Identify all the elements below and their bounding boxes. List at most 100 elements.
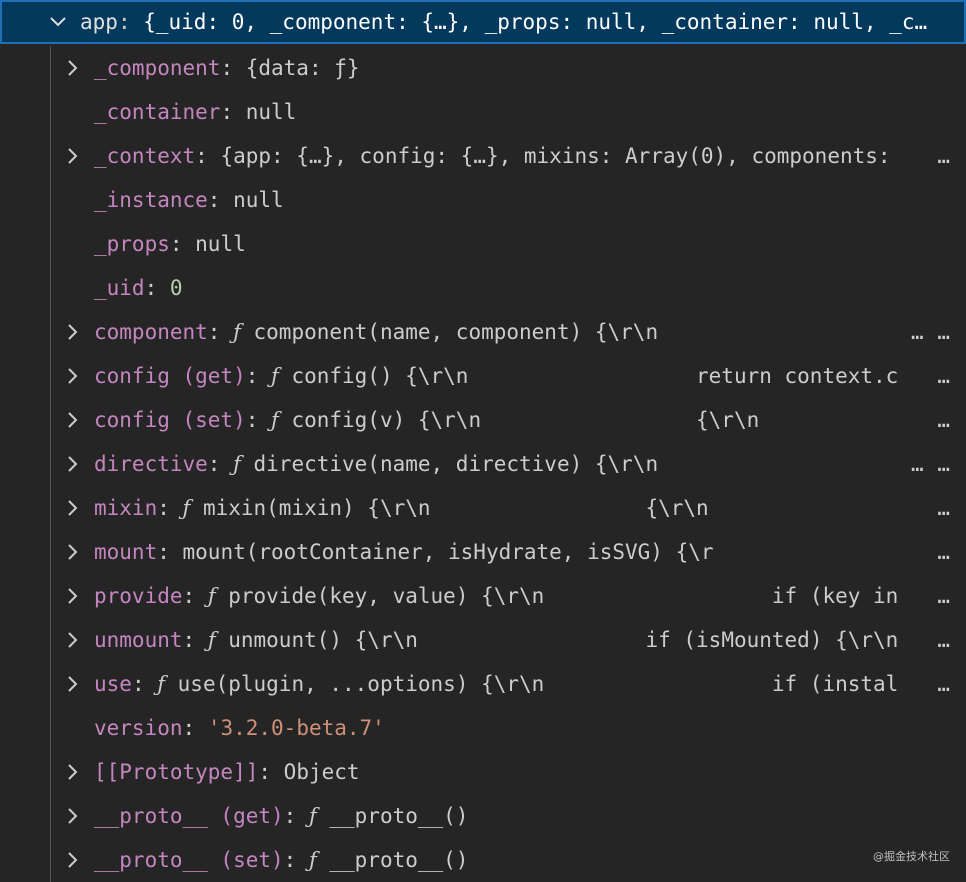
tree-row[interactable]: [[Prototype]]: Object <box>0 750 966 794</box>
truncation-ellipsis: … <box>937 584 950 608</box>
property-value: null <box>195 232 246 256</box>
separator: : <box>157 540 183 564</box>
property-name: component <box>94 320 208 344</box>
separator: : <box>283 804 309 828</box>
tree-row-content: app: {_uid: 0, _component: {…}, _props: … <box>80 2 958 42</box>
tree-row[interactable]: _container: null <box>0 90 966 134</box>
chevron-right-icon[interactable] <box>62 46 82 90</box>
truncation-ellipsis: … <box>937 408 950 432</box>
property-value: null <box>233 188 284 212</box>
tree-row-content: _props: null <box>94 222 950 266</box>
tree-row[interactable]: config (set): ƒ config(v) {\r\n {\r\n … <box>0 398 966 442</box>
tree-row[interactable]: _context: {app: {…}, config: {…}, mixins… <box>0 134 966 178</box>
tree-row[interactable]: mount: mount(rootContainer, isHydrate, i… <box>0 530 966 574</box>
chevron-right-icon[interactable] <box>62 530 82 574</box>
truncation-ellipsis: … <box>937 320 950 344</box>
property-value: {_uid: 0, _component: {…}, _props: null,… <box>143 10 928 34</box>
tree-row[interactable]: _component: {data: ƒ} <box>0 46 966 90</box>
tree-row[interactable]: unmount: ƒ unmount() {\r\n if (isMounted… <box>0 618 966 662</box>
tree-row-content: mount: mount(rootContainer, isHydrate, i… <box>94 530 936 574</box>
property-value: ƒ directive(name, directive) {\r\n { <box>233 452 936 476</box>
tree-row-content: version: '3.2.0-beta.7' <box>94 706 950 750</box>
tree-row[interactable]: directive: ƒ directive(name, directive) … <box>0 442 966 486</box>
tree-row[interactable]: _uid: 0 <box>0 266 966 310</box>
separator: : <box>258 760 284 784</box>
truncation-ellipsis: … <box>937 540 950 564</box>
property-name: _props <box>94 232 170 256</box>
property-value: ƒ unmount() {\r\n if (isMounted) {\r\n <box>207 628 899 652</box>
property-value: 0 <box>169 276 183 300</box>
tree-row[interactable]: component: ƒ component(name, component) … <box>0 310 966 354</box>
separator: : <box>207 320 234 344</box>
property-value: mount(rootContainer, isHydrate, isSVG) {… <box>182 540 853 564</box>
property-name: [[Prototype]] <box>94 760 259 784</box>
truncation-ellipsis: … <box>937 672 950 696</box>
property-value: Object <box>283 760 360 784</box>
property-name: app <box>80 10 118 34</box>
property-value: ƒ config() {\r\n return context.c <box>271 364 899 388</box>
chevron-right-icon[interactable] <box>62 486 82 530</box>
separator: : <box>117 10 144 34</box>
tree-row[interactable]: provide: ƒ provide(key, value) {\r\n if … <box>0 574 966 618</box>
property-name: directive <box>94 452 208 476</box>
watermark: @掘金技术社区 <box>873 850 950 863</box>
tree-row-content: config (get): ƒ config() {\r\n return co… <box>94 354 936 398</box>
chevron-right-icon[interactable] <box>62 310 82 354</box>
truncation-ellipsis: … <box>937 364 950 388</box>
tree-row[interactable]: config (get): ƒ config() {\r\n return co… <box>0 354 966 398</box>
tree-row[interactable]: _instance: null <box>0 178 966 222</box>
chevron-right-icon[interactable] <box>62 398 82 442</box>
tree-row[interactable]: version: '3.2.0-beta.7' <box>0 706 966 750</box>
property-name: use <box>94 672 132 696</box>
tree-row-content: _instance: null <box>94 178 950 222</box>
separator: : <box>131 672 158 696</box>
truncation-ellipsis: … <box>937 628 950 652</box>
tree-row-content: component: ƒ component(name, component) … <box>94 310 936 354</box>
chevron-right-icon[interactable] <box>62 838 82 882</box>
property-name: config (get) <box>94 364 246 388</box>
property-name: _instance <box>94 188 208 212</box>
truncation-ellipsis: … <box>937 452 950 476</box>
chevron-right-icon[interactable] <box>62 134 82 178</box>
chevron-right-icon[interactable] <box>62 750 82 794</box>
tree-row[interactable]: __proto__ (get): ƒ __proto__() <box>0 794 966 838</box>
variables-tree: app: {_uid: 0, _component: {…}, _props: … <box>0 0 966 882</box>
chevron-right-icon[interactable] <box>62 794 82 838</box>
tree-row[interactable]: use: ƒ use(plugin, ...options) {\r\n if … <box>0 662 966 706</box>
separator: : <box>220 100 246 124</box>
tree-row[interactable]: mixin: ƒ mixin(mixin) {\r\n {\r\n … <box>0 486 966 530</box>
separator: : <box>182 584 208 608</box>
separator: : <box>157 496 183 520</box>
tree-row-content: _container: null <box>94 90 950 134</box>
chevron-right-icon[interactable] <box>62 618 82 662</box>
property-name: _context <box>94 144 196 168</box>
property-name: unmount <box>94 628 183 652</box>
property-value: ƒ config(v) {\r\n {\r\n <box>271 408 886 432</box>
property-name: provide <box>94 584 183 608</box>
separator: : <box>169 232 196 256</box>
property-value: {app: {…}, config: {…}, mixins: Array(0)… <box>220 144 904 168</box>
separator: : <box>245 364 272 388</box>
chevron-right-icon[interactable] <box>62 354 82 398</box>
property-value: ƒ use(plugin, ...options) {\r\n if (inst… <box>157 672 899 696</box>
property-value: '3.2.0-beta.7' <box>207 716 385 740</box>
tree-row-content: _uid: 0 <box>94 266 950 310</box>
chevron-down-icon[interactable] <box>48 2 68 42</box>
separator: : <box>220 56 246 80</box>
property-name: __proto__ (get) <box>94 804 284 828</box>
tree-row-content: unmount: ƒ unmount() {\r\n if (isMounted… <box>94 618 936 662</box>
chevron-right-icon[interactable] <box>62 574 82 618</box>
tree-row-app[interactable]: app: {_uid: 0, _component: {…}, _props: … <box>0 0 966 44</box>
tree-row[interactable]: _props: null <box>0 222 966 266</box>
tree-row-content: __proto__ (set): ƒ __proto__() <box>94 838 950 882</box>
chevron-right-icon[interactable] <box>62 662 82 706</box>
tree-row-content: mixin: ƒ mixin(mixin) {\r\n {\r\n <box>94 486 936 530</box>
property-name: version <box>94 716 183 740</box>
chevron-right-icon[interactable] <box>62 442 82 486</box>
separator: : <box>207 188 234 212</box>
tree-row[interactable]: __proto__ (set): ƒ __proto__() <box>0 838 966 882</box>
property-value: ƒ provide(key, value) {\r\n if (key in <box>207 584 899 608</box>
property-value: ƒ __proto__() <box>308 804 469 828</box>
tree-row-content: config (set): ƒ config(v) {\r\n {\r\n <box>94 398 936 442</box>
truncation-ellipsis: … <box>937 496 950 520</box>
